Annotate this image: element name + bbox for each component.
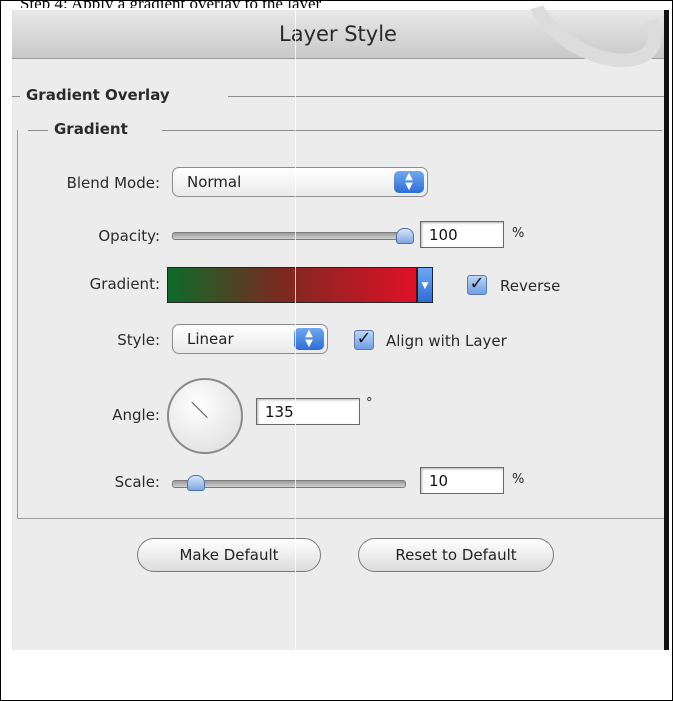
blend-mode-label: Blend Mode: — [66, 174, 160, 192]
scale-unit: % — [512, 472, 525, 487]
style-label: Style: — [117, 331, 160, 349]
angle-dial[interactable] — [167, 378, 243, 454]
reset-to-default-button[interactable]: Reset to Default — [358, 538, 554, 572]
scale-slider-track[interactable] — [172, 480, 406, 488]
checkmark-icon: ✓ — [469, 273, 485, 294]
align-with-layer-checkbox[interactable]: ✓ — [354, 330, 374, 350]
guide-line — [295, 10, 296, 650]
layer-style-dialog: Layer Style Gradient Overlay Gradient Bl… — [12, 10, 669, 650]
up-down-arrows-icon: ▲ ▼ — [394, 171, 424, 193]
section-divider-left — [12, 96, 20, 97]
angle-indicator — [191, 401, 208, 418]
section-divider-right — [228, 96, 664, 97]
scale-slider-thumb[interactable] — [187, 475, 206, 491]
group-divider-right — [162, 130, 662, 131]
document-caption: Step 4: Apply a gradient overlay to the … — [20, 0, 321, 8]
style-value: Linear — [187, 330, 234, 348]
group-divider-left — [28, 130, 48, 131]
opacity-label: Opacity: — [98, 227, 160, 245]
angle-unit: ° — [366, 396, 373, 411]
make-default-button[interactable]: Make Default — [137, 538, 321, 572]
angle-input[interactable]: 135 — [256, 398, 360, 425]
up-down-arrows-icon: ▲ ▼ — [294, 328, 324, 350]
group-title: Gradient — [50, 120, 132, 138]
checkmark-icon: ✓ — [356, 328, 372, 349]
opacity-input[interactable]: 100 — [420, 221, 504, 248]
scale-input[interactable]: 10 — [420, 467, 504, 494]
scale-label: Scale: — [114, 473, 160, 491]
align-with-layer-label: Align with Layer — [386, 332, 507, 350]
blend-mode-select[interactable]: Normal ▲ ▼ — [172, 167, 428, 197]
reverse-checkbox[interactable]: ✓ — [467, 275, 487, 295]
opacity-slider-thumb[interactable] — [396, 228, 414, 244]
opacity-slider-track[interactable] — [172, 232, 406, 240]
gradient-preview[interactable] — [167, 267, 417, 303]
angle-label: Angle: — [112, 406, 160, 424]
gradient-label: Gradient: — [89, 275, 160, 293]
blend-mode-value: Normal — [187, 173, 242, 191]
reverse-label: Reverse — [500, 277, 561, 295]
triangle-down-icon[interactable]: ▼ — [417, 267, 433, 303]
opacity-unit: % — [512, 226, 525, 241]
section-title: Gradient Overlay — [22, 86, 174, 104]
style-select[interactable]: Linear ▲ ▼ — [172, 324, 328, 354]
